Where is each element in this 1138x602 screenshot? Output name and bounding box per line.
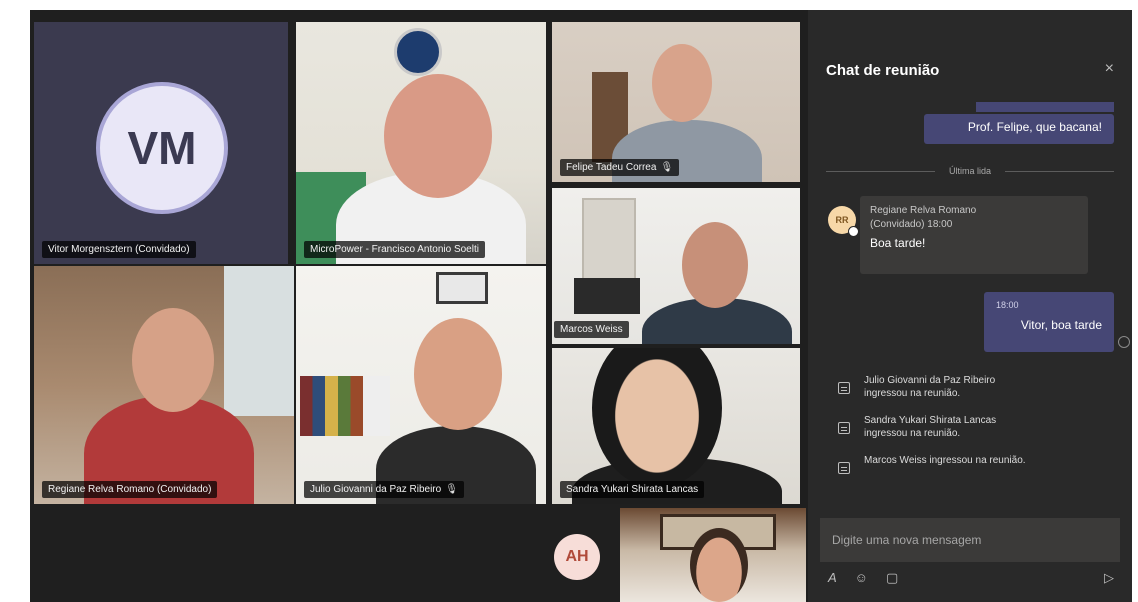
participant-name: Julio Giovanni da Paz Ribeiro bbox=[310, 484, 442, 495]
last-read-divider: Última lida bbox=[826, 166, 1115, 176]
reaction-icon[interactable] bbox=[1118, 336, 1130, 348]
message-text: Vitor, boa tarde bbox=[1020, 318, 1102, 332]
participant-tile-vitor[interactable]: VM Vitor Morgensztern (Convidado) bbox=[34, 22, 288, 264]
participant-name: Sandra Yukari Shirata Lancas bbox=[566, 484, 699, 495]
participant-tile-sandra[interactable]: Sandra Yukari Shirata Lancas bbox=[552, 348, 800, 504]
message-text: Prof. Felipe, que bacana! bbox=[967, 120, 1102, 134]
window bbox=[224, 266, 294, 416]
message-text: Boa tarde! bbox=[870, 236, 926, 250]
chat-message-other: Regiane Relva Romano (Convidado) 18:00 B… bbox=[860, 196, 1088, 274]
close-icon[interactable]: × bbox=[1105, 60, 1114, 78]
participant-name: Felipe Tadeu Correa bbox=[566, 162, 657, 173]
person-head bbox=[682, 222, 748, 308]
person-head bbox=[132, 308, 214, 412]
system-event-text: Julio Giovanni da Paz Ribeiro ingressou … bbox=[864, 375, 996, 399]
message-stub bbox=[976, 102, 1114, 112]
person-head bbox=[384, 74, 492, 198]
chat-title: Chat de reunião bbox=[826, 62, 940, 79]
chat-message-mine: Prof. Felipe, que bacana! bbox=[924, 114, 1114, 144]
system-event-text: Sandra Yukari Shirata Lancas ingressou n… bbox=[864, 415, 997, 439]
message-time: 18:00 bbox=[996, 300, 1019, 310]
person-head bbox=[690, 528, 748, 602]
picture-frame bbox=[436, 272, 488, 304]
system-event: Julio Giovanni da Paz Ribeiro ingressou … bbox=[838, 374, 1034, 400]
participant-name: MicroPower - Francisco Antonio Soelti bbox=[310, 244, 479, 255]
format-icon[interactable]: A bbox=[828, 570, 837, 586]
chat-message-mine: 18:00 Vitor, boa tarde bbox=[984, 292, 1114, 352]
wall-badge bbox=[394, 28, 442, 76]
participant-tile-julio[interactable]: Julio Giovanni da Paz Ribeiro 🎙 bbox=[296, 266, 546, 504]
participant-tile-felipe[interactable]: Felipe Tadeu Correa 🎙 bbox=[552, 22, 800, 182]
person-head bbox=[414, 318, 502, 430]
participant-name: Regiane Relva Romano (Convidado) bbox=[48, 484, 212, 495]
divider-line bbox=[826, 170, 935, 172]
avatar-vitor: VM bbox=[96, 82, 228, 214]
system-event: Marcos Weiss ingressou na reunião. bbox=[838, 454, 1034, 474]
name-tag-regiane: Regiane Relva Romano (Convidado) bbox=[42, 481, 218, 498]
sticker-icon[interactable]: ▢ bbox=[886, 570, 898, 586]
emoji-icon[interactable]: ☺ bbox=[855, 570, 868, 586]
name-tag-francisco: MicroPower - Francisco Antonio Soelti bbox=[304, 241, 485, 258]
message-sender: Regiane Relva Romano bbox=[870, 205, 977, 216]
participant-tile-francisco[interactable]: MicroPower - Francisco Antonio Soelti bbox=[296, 22, 546, 264]
participant-tile-marcos[interactable]: Marcos Weiss bbox=[552, 188, 800, 344]
join-event-icon bbox=[838, 422, 850, 434]
system-event-text: Marcos Weiss ingressou na reunião. bbox=[864, 455, 1026, 466]
message-meta: (Convidado) 18:00 bbox=[870, 219, 953, 230]
system-event: Sandra Yukari Shirata Lancas ingressou n… bbox=[838, 414, 1034, 440]
name-tag-vitor: Vitor Morgensztern (Convidado) bbox=[42, 241, 196, 258]
person-head bbox=[652, 44, 712, 122]
mic-off-icon: 🎙 bbox=[445, 484, 458, 495]
divider-line bbox=[1005, 170, 1115, 172]
join-event-icon bbox=[838, 382, 850, 394]
chat-panel: Chat de reunião × Prof. Felipe, que baca… bbox=[808, 10, 1132, 602]
avatar-ah[interactable]: AH bbox=[554, 534, 600, 580]
participant-name: Marcos Weiss bbox=[560, 324, 623, 335]
compose-toolbar: A ☺ ▢ bbox=[828, 570, 898, 586]
participant-tile-partial[interactable] bbox=[620, 508, 806, 602]
name-tag-sandra: Sandra Yukari Shirata Lancas bbox=[560, 481, 705, 498]
join-event-icon bbox=[838, 462, 850, 474]
teams-meeting-window: VM Vitor Morgensztern (Convidado) MicroP… bbox=[30, 10, 1132, 602]
participant-tile-regiane[interactable]: Regiane Relva Romano (Convidado) bbox=[34, 266, 294, 504]
presence-dot bbox=[848, 226, 859, 237]
name-tag-julio: Julio Giovanni da Paz Ribeiro 🎙 bbox=[304, 481, 464, 498]
send-icon[interactable]: ▷ bbox=[1104, 570, 1114, 586]
participant-name: Vitor Morgensztern (Convidado) bbox=[48, 244, 190, 255]
mic-off-icon: 🎙 bbox=[660, 162, 674, 173]
bookshelf bbox=[300, 376, 390, 436]
last-read-label: Última lida bbox=[949, 166, 992, 176]
name-tag-marcos: Marcos Weiss bbox=[554, 321, 629, 338]
message-compose-input[interactable] bbox=[820, 518, 1120, 562]
monitor bbox=[574, 278, 640, 314]
name-tag-felipe: Felipe Tadeu Correa 🎙 bbox=[560, 159, 680, 176]
